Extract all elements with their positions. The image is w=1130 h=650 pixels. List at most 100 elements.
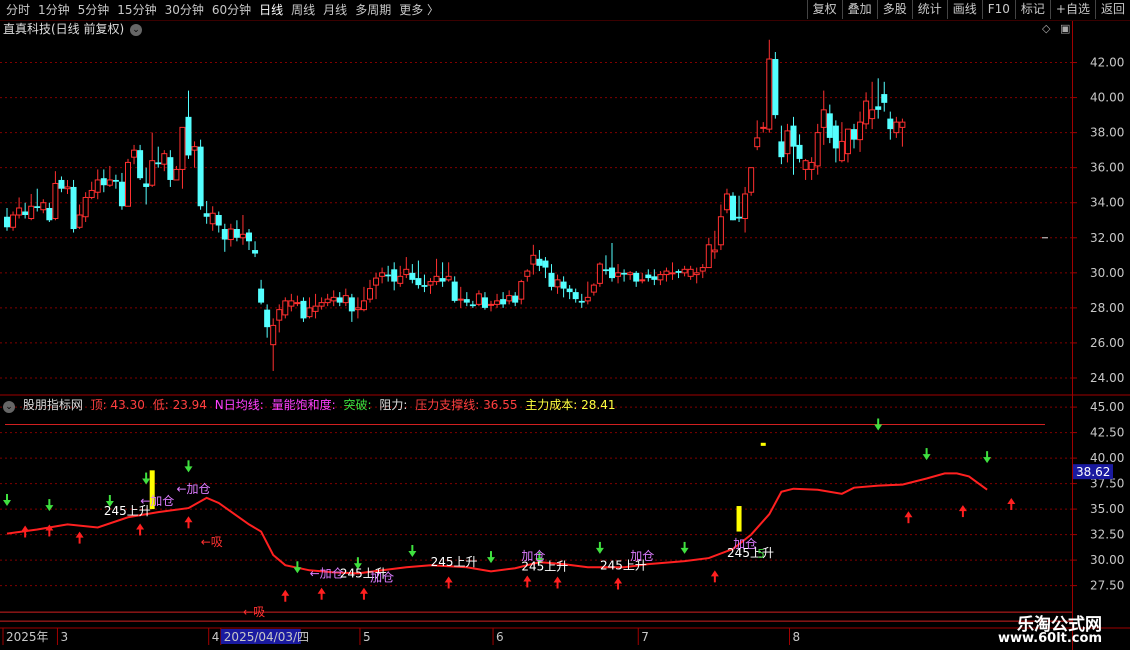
candle-body — [155, 162, 162, 165]
chevron-down-icon[interactable]: ⌄ — [3, 401, 15, 413]
candle-body — [403, 268, 410, 276]
candle-body — [506, 295, 513, 302]
candle-body — [100, 178, 107, 186]
candle-body — [421, 285, 428, 287]
candle-body — [354, 307, 361, 311]
candle-body — [94, 179, 101, 193]
candle-body — [851, 129, 857, 140]
candle-body — [125, 161, 131, 207]
period-tab[interactable]: 1分钟 — [34, 1, 74, 19]
tool-button[interactable]: 统计 — [911, 0, 947, 19]
candle-body — [596, 263, 603, 284]
buy-arrow-head — [922, 454, 931, 461]
sell-arrow-head — [136, 523, 145, 530]
candle-body — [687, 268, 694, 277]
candle-body — [64, 186, 71, 190]
period-tab[interactable]: 60分钟 — [208, 1, 255, 19]
y-tick-label: 38.00 — [1090, 126, 1124, 140]
candle-body — [457, 298, 464, 301]
stock-chart-svg: 24.00 26.00 28.00 30.00 32.00 34.00 36.00 38.00… — [0, 20, 1130, 650]
candle-body — [282, 300, 289, 316]
signal-label: ←加仓 — [177, 482, 211, 496]
period-tab[interactable]: 15分钟 — [113, 1, 160, 19]
y-tick-label: 45.00 — [1090, 400, 1124, 414]
tool-button[interactable]: 画线 — [946, 0, 982, 19]
y-tick-label: 40.00 — [1090, 91, 1124, 105]
candle-body — [633, 272, 640, 282]
buy-arrow-head — [184, 466, 193, 473]
period-tabs: 分时 1分钟 5分钟 15分钟 30分钟 60分钟 日线 周线 月线 多周期 更多 〉 — [2, 1, 443, 19]
candle-body — [893, 121, 900, 134]
candle-body — [391, 269, 398, 282]
tool-button[interactable]: 返回 — [1094, 0, 1130, 19]
sell-arrow-head — [614, 577, 623, 584]
candle-body — [530, 254, 537, 265]
watermark-url: www.60lt.com — [997, 631, 1102, 646]
candle-body — [615, 272, 622, 277]
tool-button[interactable]: 多股 — [876, 0, 912, 19]
candle-body — [16, 207, 23, 216]
candle-body — [270, 324, 277, 346]
candle-body — [717, 216, 724, 246]
candle-body — [790, 125, 797, 147]
diamond-icon[interactable]: ◇ — [1042, 22, 1050, 36]
candle-body — [736, 216, 743, 219]
y-tick-label: 32.50 — [1090, 528, 1124, 542]
tool-button[interactable]: 复权 — [806, 0, 842, 19]
candle-body — [112, 179, 119, 182]
period-tab[interactable]: 周线 — [287, 1, 319, 19]
candle-body — [88, 189, 95, 198]
candle-body — [748, 167, 755, 193]
candle-body — [360, 300, 367, 311]
candle-body — [433, 275, 440, 283]
y-tick-label: 40.00 — [1090, 451, 1124, 465]
y-tick-label: 30.00 — [1090, 266, 1124, 280]
period-tab[interactable]: 30分钟 — [161, 1, 208, 19]
candle-body — [173, 168, 180, 181]
candle-body — [808, 161, 815, 170]
stock-title: 直真科技(日线 前复权) — [3, 22, 125, 36]
tool-button[interactable]: 叠加 — [841, 0, 877, 19]
candle-body — [348, 297, 355, 312]
candle-body — [367, 288, 373, 300]
x-tick-label: 4 — [212, 630, 220, 644]
candle-body — [294, 302, 301, 305]
energy-label: 量能饱和度: — [271, 398, 336, 412]
period-tab[interactable]: 更多 〉 — [395, 1, 443, 19]
period-tab[interactable]: 日线 — [255, 1, 287, 19]
candle-body — [887, 118, 894, 130]
candle-body — [863, 100, 870, 125]
window-toggle-icon[interactable]: ▣ — [1060, 22, 1070, 36]
candle-body — [161, 153, 168, 165]
period-tab[interactable]: 分时 — [2, 1, 34, 19]
candle-body — [760, 126, 767, 129]
period-tab[interactable]: 5分钟 — [74, 1, 114, 19]
candle-body — [28, 205, 35, 220]
y-tick-label: 42.50 — [1090, 426, 1124, 440]
candle-body — [560, 281, 567, 289]
candle-body — [330, 296, 337, 302]
candle-body — [179, 126, 186, 170]
candle-body — [46, 207, 53, 221]
chevron-down-icon[interactable]: ⌄ — [130, 23, 143, 36]
candle-body — [488, 303, 494, 306]
tool-button[interactable]: F10 — [981, 0, 1015, 19]
candle-body — [536, 258, 543, 266]
candle-body — [639, 279, 646, 282]
main-chart-title: 直真科技(日线 前复权) ⌄ — [3, 21, 143, 37]
period-tab[interactable]: 月线 — [319, 1, 351, 19]
x-tick-label: 3 — [60, 630, 68, 644]
buy-arrow-head — [487, 557, 495, 564]
signal-label: 加仓 — [733, 537, 757, 551]
tool-button[interactable]: +自选 — [1049, 0, 1095, 19]
sell-arrow-head — [958, 505, 967, 512]
tool-button[interactable]: 标记 — [1014, 0, 1050, 19]
period-tab[interactable]: 多周期 — [351, 1, 395, 19]
candle-body — [76, 214, 83, 228]
sell-arrow-head — [1007, 497, 1016, 504]
candle-body — [439, 278, 446, 282]
candle-body — [590, 284, 597, 293]
candle-body — [252, 250, 259, 254]
candle-body — [131, 149, 138, 158]
candle-body — [209, 212, 216, 225]
